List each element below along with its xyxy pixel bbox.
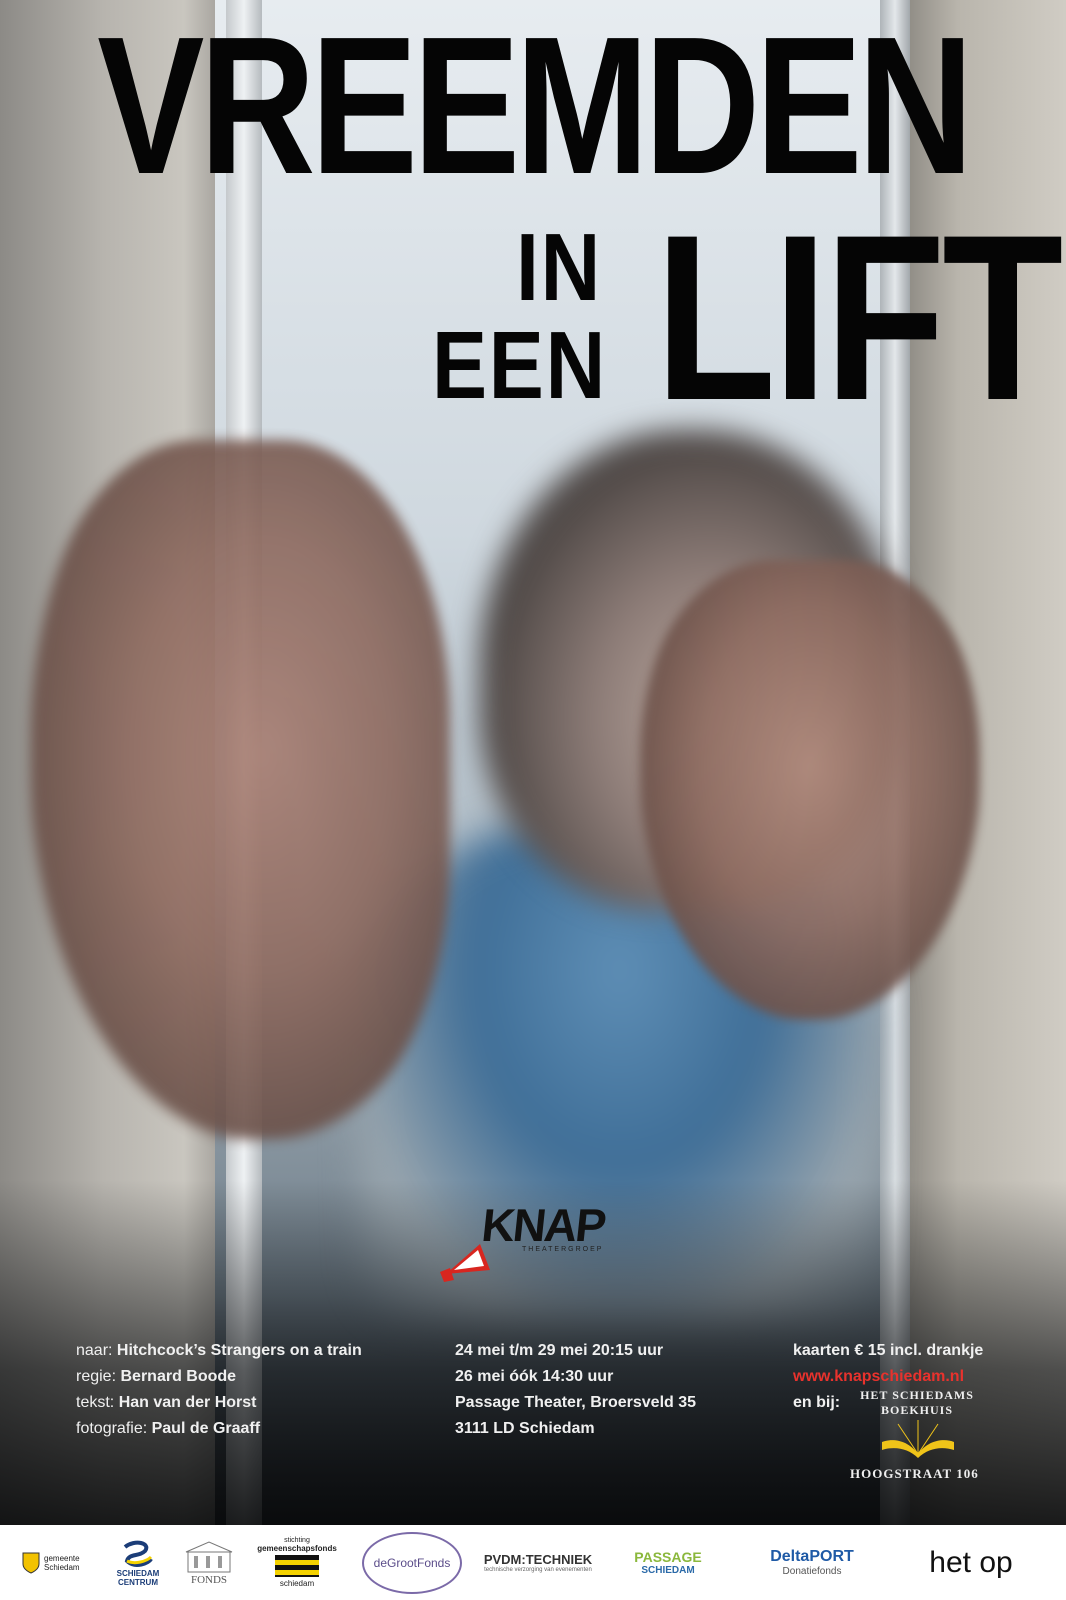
title-lift: LIFT [655,186,1063,450]
credit-label: tekst: [76,1394,115,1411]
sponsor-passage-line1: PASSAGE [634,1549,702,1565]
credit-line: regie: Bernard Boode [76,1364,362,1390]
sponsor-degroot-label: deGrootFonds [373,1555,451,1570]
venue-line: Passage Theater, Broersveld 35 [455,1394,697,1411]
stripes-icon [275,1555,319,1577]
s-logo-icon [123,1540,153,1567]
credit-value: Hitchcock’s Strangers on a train [116,1342,362,1359]
credits-block: naar: Hitchcock’s Strangers on a train r… [76,1338,362,1442]
date-line: 26 mei óók 14:30 uur [455,1368,614,1385]
website-link[interactable]: www.knapschiedam.nl [793,1364,983,1390]
sponsor-delta-line1: DeltaPORT [770,1548,854,1565]
sponsor-pvdm-tagline: technische verzorging van evenementen [484,1567,592,1573]
poster: VREEMDEN IN EEN LIFT KNAP THEATERGROEP n… [0,0,1066,1600]
crest-icon [22,1552,40,1574]
sponsor-schiedam-centrum: SCHIEDAM CENTRUM [108,1525,168,1600]
sponsor-degrootfonds: deGrootFonds [360,1525,464,1600]
sponsor-fonds-label: FONDS [190,1573,228,1586]
sponsor-gsfonds-line2: gemeenschapsfonds [257,1544,337,1553]
sponsor-hetop-label: het op [929,1545,1013,1579]
knap-logo-subtitle: THEATERGROEP [522,1246,604,1253]
sponsor-deltaport: DeltaPORT Donatiefonds [752,1525,872,1600]
sponsor-gemeente-schiedam: gemeente Schiedam [18,1525,98,1600]
sponsor-centrum-line1: SCHIEDAM [116,1568,160,1578]
credit-label: fotografie: [76,1420,148,1437]
knap-logo: KNAP THEATERGROEP [440,1198,620,1288]
sponsor-het-op: het op [896,1525,1046,1600]
sponsor-delta-line2: Donatiefonds [782,1566,842,1577]
sponsor-passage-schiedam: PASSAGE SCHIEDAM [618,1525,718,1600]
sponsor-pvdm-techniek: PVDM:TECHNIEK technische verzorging van … [478,1525,598,1600]
credit-value: Paul de Graaff [151,1420,261,1437]
building-icon [185,1540,233,1572]
credit-line: fotografie: Paul de Graaff [76,1416,362,1442]
boekhuis-address: HOOGSTRAAT 106 [850,1466,979,1481]
open-book-icon [882,1420,954,1458]
boekhuis-logo: HET SCHIEDAMS BOEKHUIS HOOGSTRAAT 106 [842,1388,992,1488]
knap-logo-text: KNAP [479,1199,608,1251]
sponsor-gsfonds-line3: schiedam [279,1579,315,1588]
sponsor-pvdm-label: PVDM:TECHNIEK [483,1552,593,1567]
dates-block: 24 mei t/m 29 mei 20:15 uur 26 mei óók 1… [455,1338,696,1442]
sponsor-gemeenschapsfonds: stichting gemeenschapsfonds schiedam [252,1525,342,1600]
title-vreemden: VREEMDEN [97,0,973,215]
sponsor-bar: gemeente Schiedam SCHIEDAM CENTRUM FONDS… [0,1525,1066,1600]
credit-label: naar: [76,1342,113,1359]
venue-postcode: 3111 LD Schiedam [455,1420,595,1437]
sponsor-fonds: FONDS [176,1525,242,1600]
degroot-oval: deGrootFonds [362,1531,462,1594]
title-een: EEN [432,312,607,419]
date-line: 24 mei t/m 29 mei 20:15 uur [455,1342,664,1359]
sponsor-gsfonds-line1: stichting [284,1537,310,1544]
credit-label: regie: [76,1368,117,1385]
sponsor-centrum-line2: CENTRUM [118,1577,158,1587]
hand-right [640,560,980,1020]
credit-value: Bernard Boode [120,1368,237,1385]
credit-line: naar: Hitchcock’s Strangers on a train [76,1338,362,1364]
credit-value: Han van der Horst [118,1394,257,1411]
ticket-price: kaarten € 15 incl. drankje [793,1342,984,1359]
hand-left [30,440,450,1140]
credit-line: tekst: Han van der Horst [76,1390,362,1416]
sponsor-gemeente-label: gemeente Schiedam [44,1553,80,1572]
sponsor-passage-line2: SCHIEDAM [641,1565,695,1576]
